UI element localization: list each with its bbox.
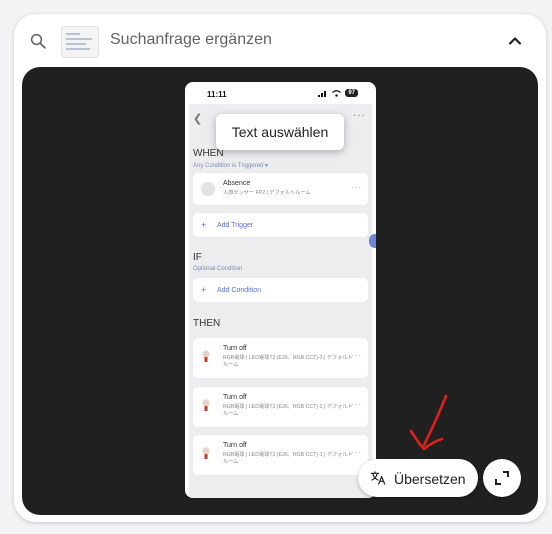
if-sub: Optional Condition — [193, 266, 243, 272]
more-icon[interactable]: ··· — [351, 400, 362, 409]
expand-button[interactable] — [483, 459, 521, 497]
then-heading: THEN — [193, 318, 221, 329]
translate-label: Übersetzen — [394, 471, 466, 487]
add-trigger-label: Add Trigger — [217, 222, 254, 229]
more-icon[interactable]: ··· — [351, 448, 362, 457]
query-thumbnail[interactable] — [61, 26, 99, 58]
annotation-arrow — [409, 394, 448, 451]
action-row[interactable]: Turn off RGB電球 | LED電球T2 (E26、RGB CCT)-2… — [193, 387, 368, 427]
bulb-icon — [202, 447, 210, 459]
action-desc: RGB電球 | LED電球T2 (E26、RGB CCT)-2 | デフォルトル… — [223, 404, 353, 417]
status-bar: 11:11 97 — [185, 82, 376, 104]
plus-icon: + — [201, 220, 207, 230]
lens-panel: Suchanfrage ergänzen 11:11 97 ❮ ··· WHEN… — [14, 14, 546, 522]
image-viewer[interactable]: 11:11 97 ❮ ··· WHEN Any Condition is Tri… — [22, 67, 538, 515]
search-bar[interactable]: Suchanfrage ergänzen — [14, 14, 546, 68]
expand-icon — [495, 471, 509, 485]
bulb-icon — [202, 350, 210, 362]
action-title: Turn off — [223, 442, 247, 449]
add-condition-label: Add Condition — [217, 287, 261, 294]
search-query-label[interactable]: Suchanfrage ergänzen — [110, 31, 272, 49]
wifi-icon — [332, 89, 342, 97]
floating-handle[interactable] — [369, 234, 376, 248]
battery-badge: 97 — [345, 89, 358, 97]
more-icon[interactable]: ··· — [353, 110, 366, 121]
search-icon — [30, 33, 46, 49]
add-trigger-button[interactable]: + Add Trigger — [193, 213, 368, 237]
action-row[interactable]: Turn off RGB電球 | LED電球T2 (E26、RGB CCT)-3… — [193, 338, 368, 378]
status-time: 11:11 — [207, 90, 227, 99]
trigger-title: Absence — [223, 180, 251, 187]
if-heading: IF — [193, 252, 202, 263]
chevron-up-icon[interactable] — [505, 31, 525, 51]
trigger-desc: 人感センサー FP2 | デフォルトルーム — [223, 190, 311, 196]
action-row[interactable]: Turn off RGB電球 | LED電球T2 (E26、RGB CCT)-1… — [193, 435, 368, 475]
trigger-row-absence[interactable]: Absence 人感センサー FP2 | デフォルトルーム ··· — [193, 173, 368, 205]
back-icon[interactable]: ❮ — [193, 112, 202, 125]
bulb-icon — [202, 399, 210, 411]
select-text-tooltip[interactable]: Text auswählen — [216, 114, 344, 150]
automation-editor: ❮ ··· WHEN Any Condition is Triggered ▾ … — [189, 104, 376, 498]
translate-icon — [370, 471, 386, 485]
add-condition-button[interactable]: + Add Condition — [193, 278, 368, 302]
more-icon[interactable]: ··· — [351, 351, 362, 360]
when-condition-select[interactable]: Any Condition is Triggered ▾ — [193, 162, 268, 169]
action-desc: RGB電球 | LED電球T2 (E26、RGB CCT)-1 | デフォルトル… — [223, 452, 353, 465]
more-icon[interactable]: ··· — [351, 183, 362, 192]
action-desc: RGB電球 | LED電球T2 (E26、RGB CCT)-3 | デフォルトル… — [223, 355, 353, 368]
plus-icon: + — [201, 285, 207, 295]
translate-button[interactable]: Übersetzen — [358, 459, 478, 497]
signal-icon — [318, 90, 327, 97]
action-title: Turn off — [223, 345, 247, 352]
action-title: Turn off — [223, 394, 247, 401]
sensor-icon — [201, 182, 215, 196]
